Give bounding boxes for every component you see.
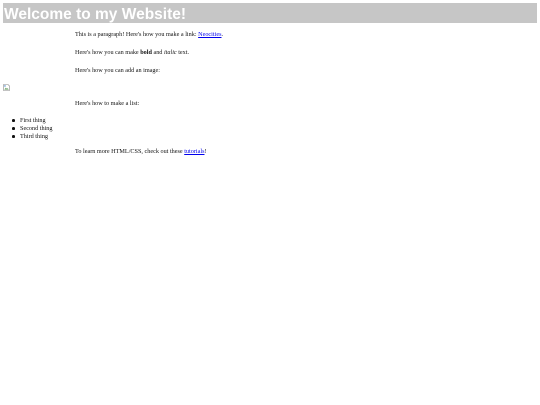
learn-more-text: To learn more HTML/CSS, check out these	[75, 148, 185, 155]
list-item: First thing	[11, 117, 52, 125]
list-item: Third thing	[11, 133, 52, 141]
bold-text: bold	[140, 49, 152, 56]
neocities-link[interactable]: Neocities	[198, 31, 221, 38]
learn-more-suffix: !	[204, 148, 207, 155]
formatting-middle: and	[151, 49, 164, 56]
broken-image-icon	[3, 84, 10, 91]
formatting-prefix: Here's how you can make	[75, 49, 141, 56]
things-list: First thing Second thing Third thing	[11, 117, 53, 141]
intro-paragraph: This is a paragraph! Here's how you make…	[75, 31, 223, 39]
list-paragraph: Here's how to make a list:	[75, 100, 140, 107]
formatting-paragraph: Here's how you can make bold and italic …	[75, 49, 189, 57]
intro-suffix: .	[221, 31, 224, 38]
formatting-suffix: text.	[176, 49, 190, 56]
italic-text: italic	[163, 49, 177, 56]
image-paragraph: Here's how you can add an image:	[75, 67, 160, 74]
intro-text: This is a paragraph! Here's how you make…	[75, 31, 199, 38]
tutorials-link[interactable]: tutorials	[184, 148, 204, 155]
page-title: Welcome to my Website!	[4, 6, 187, 23]
list-item: Second thing	[11, 124, 53, 132]
learn-more-paragraph: To learn more HTML/CSS, check out these …	[75, 148, 207, 156]
page-header: Welcome to my Website!	[3, 3, 537, 23]
